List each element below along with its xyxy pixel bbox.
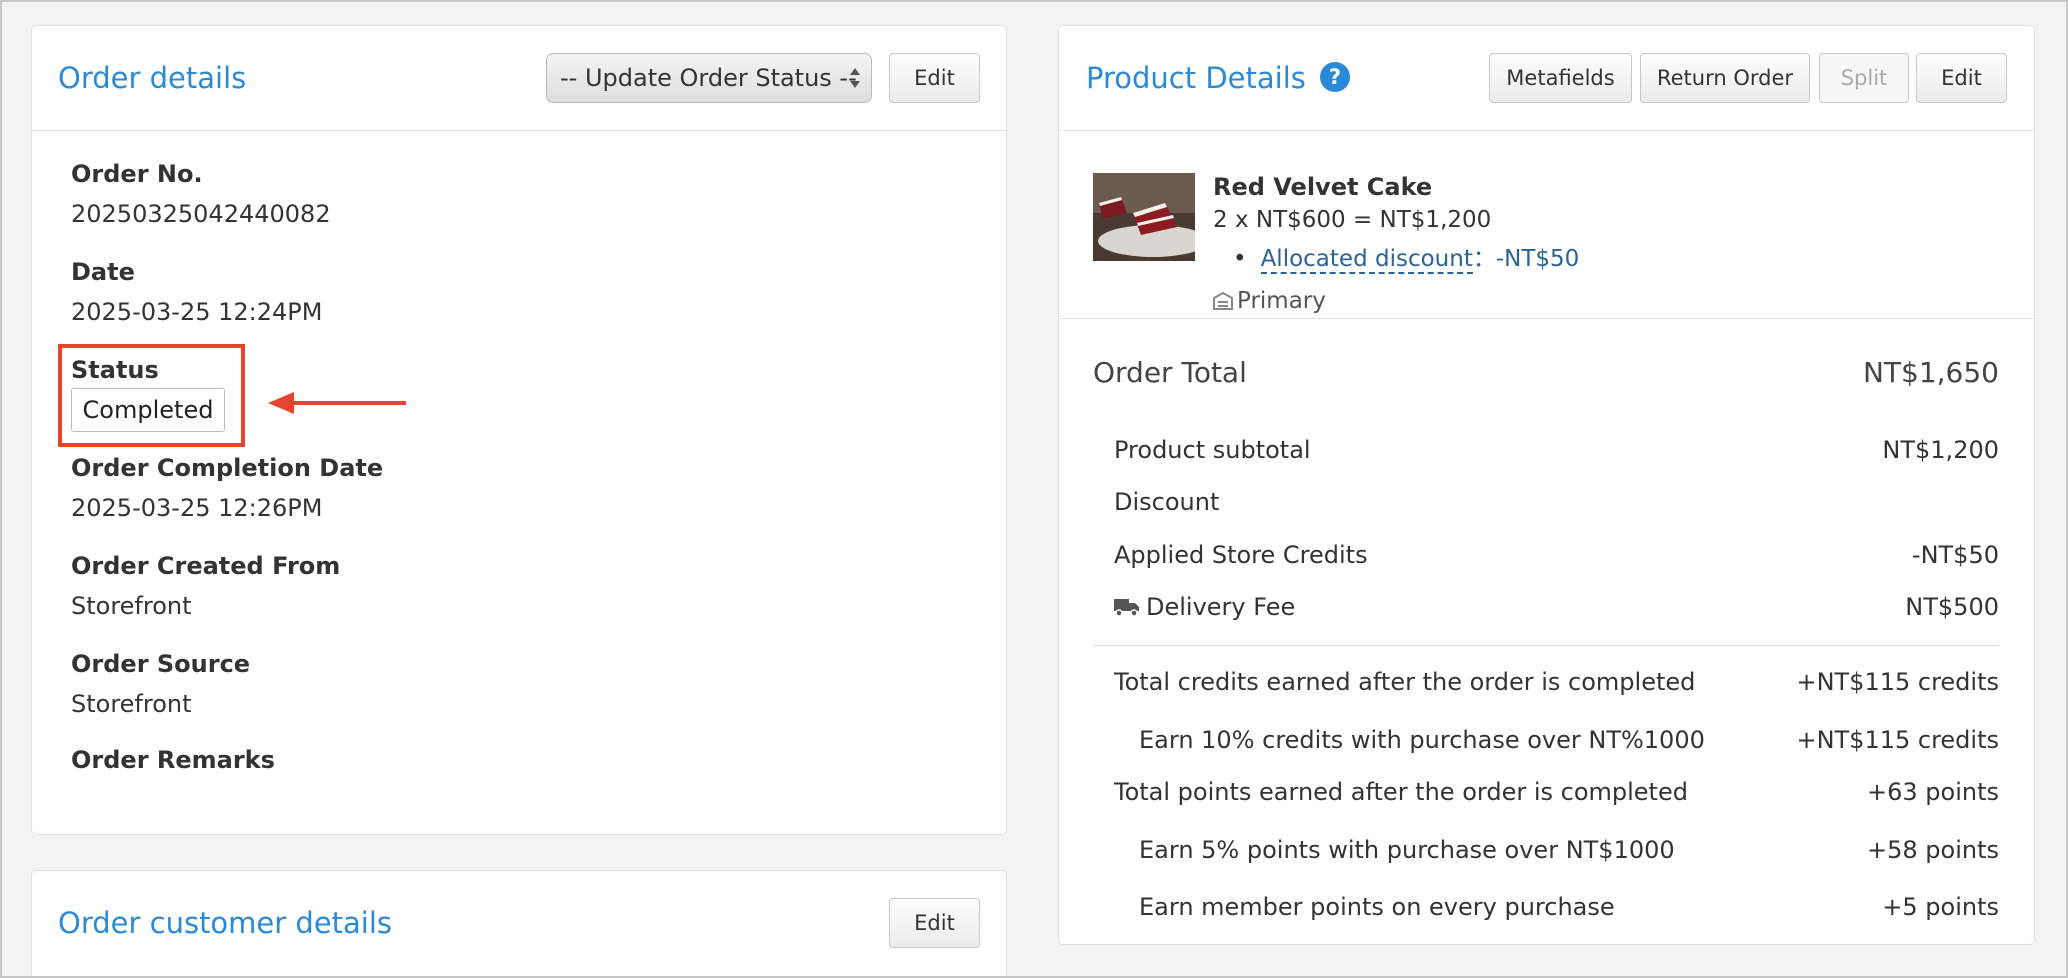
order-total-label: Order Total	[1093, 356, 1247, 389]
page: Order details -- Update Order Status -- …	[0, 0, 2068, 978]
completion-date-label: Order Completion Date	[71, 454, 384, 482]
order-details-edit-button[interactable]: Edit	[889, 53, 980, 103]
total-points-value: +63 points	[1867, 778, 1999, 806]
product-details-header: Product Details ? Metafields Return Orde…	[1059, 26, 2034, 131]
total-credits-label: Total credits earned after the order is …	[1114, 668, 1696, 696]
order-details-card: Order details -- Update Order Status -- …	[31, 25, 1007, 835]
order-no-label: Order No.	[71, 160, 203, 188]
metafields-button[interactable]: Metafields	[1489, 53, 1632, 103]
created-from-label: Order Created From	[71, 552, 341, 580]
allocated-discount-link[interactable]: Allocated discount	[1260, 246, 1473, 274]
product-price-line: 2 x NT$600 = NT$1,200	[1213, 207, 1492, 233]
allocated-discount-amount: ：-NT$50	[1472, 246, 1580, 272]
member-points-label: Earn member points on every purchase	[1139, 893, 1615, 921]
select-arrows-icon	[850, 68, 860, 88]
points-rule-label: Earn 5% points with purchase over NT$100…	[1139, 836, 1675, 864]
question-circle-icon[interactable]: ?	[1319, 61, 1351, 93]
return-order-button[interactable]: Return Order	[1640, 53, 1810, 103]
status-badge: Completed	[71, 388, 225, 432]
delivery-fee-label: Delivery Fee	[1146, 593, 1296, 621]
credits-rule-label: Earn 10% credits with purchase over NT%1…	[1139, 726, 1705, 754]
created-from-value: Storefront	[71, 592, 192, 620]
order-details-title: Order details	[58, 61, 247, 95]
product-name: Red Velvet Cake	[1213, 173, 1433, 201]
order-details-header: Order details -- Update Order Status -- …	[32, 26, 1006, 131]
product-details-title: Product Details ?	[1086, 26, 1351, 131]
bullet: •	[1233, 246, 1247, 272]
product-details-title-text: Product Details	[1086, 61, 1306, 95]
product-thumbnail	[1093, 173, 1195, 261]
warehouse-icon	[1213, 291, 1233, 310]
location-line: Primary	[1213, 288, 1326, 314]
discount-line: • Allocated discount：-NT$50	[1233, 239, 1580, 274]
member-points-value: +5 points	[1882, 893, 1999, 921]
order-no-value: 20250325042440082	[71, 200, 331, 228]
order-total-value: NT$1,650	[1862, 356, 1999, 389]
product-details-edit-button[interactable]: Edit	[1916, 53, 2007, 103]
status-label: Status	[71, 356, 159, 384]
svg-text:?: ?	[1329, 65, 1341, 89]
annotation-arrow-icon	[268, 392, 406, 414]
split-button[interactable]: Split	[1819, 53, 1909, 103]
customer-details-edit-button[interactable]: Edit	[889, 898, 980, 948]
total-credits-value: +NT$115 credits	[1796, 668, 1999, 696]
summary-divider	[1093, 645, 1999, 646]
location-label: Primary	[1237, 288, 1326, 314]
subtotal-value: NT$1,200	[1882, 436, 1999, 464]
subtotal-label: Product subtotal	[1114, 436, 1311, 464]
date-label: Date	[71, 258, 135, 286]
discount-label: Discount	[1114, 488, 1220, 516]
date-value: 2025-03-25 12:24PM	[71, 298, 323, 326]
total-points-label: Total points earned after the order is c…	[1114, 778, 1688, 806]
order-source-value: Storefront	[71, 690, 192, 718]
order-remarks-label: Order Remarks	[71, 746, 275, 774]
update-order-status-label: -- Update Order Status --	[560, 64, 857, 92]
delivery-fee-row: Delivery Fee	[1114, 593, 1295, 621]
store-credits-label: Applied Store Credits	[1114, 541, 1368, 569]
order-source-label: Order Source	[71, 650, 251, 678]
product-item: Red Velvet Cake 2 x NT$600 = NT$1,200 • A…	[1059, 131, 2034, 319]
delivery-fee-value: NT$500	[1905, 593, 1999, 621]
truck-icon	[1114, 599, 1139, 617]
product-details-card: Product Details ? Metafields Return Orde…	[1058, 25, 2035, 945]
credits-rule-value: +NT$115 credits	[1796, 726, 1999, 754]
customer-details-card: Order customer details Edit	[31, 870, 1007, 976]
update-order-status-select[interactable]: -- Update Order Status --	[546, 53, 872, 103]
store-credits-value: -NT$50	[1911, 541, 1999, 569]
customer-details-title: Order customer details	[58, 906, 393, 940]
completion-date-value: 2025-03-25 12:26PM	[71, 494, 323, 522]
points-rule-value: +58 points	[1867, 836, 1999, 864]
